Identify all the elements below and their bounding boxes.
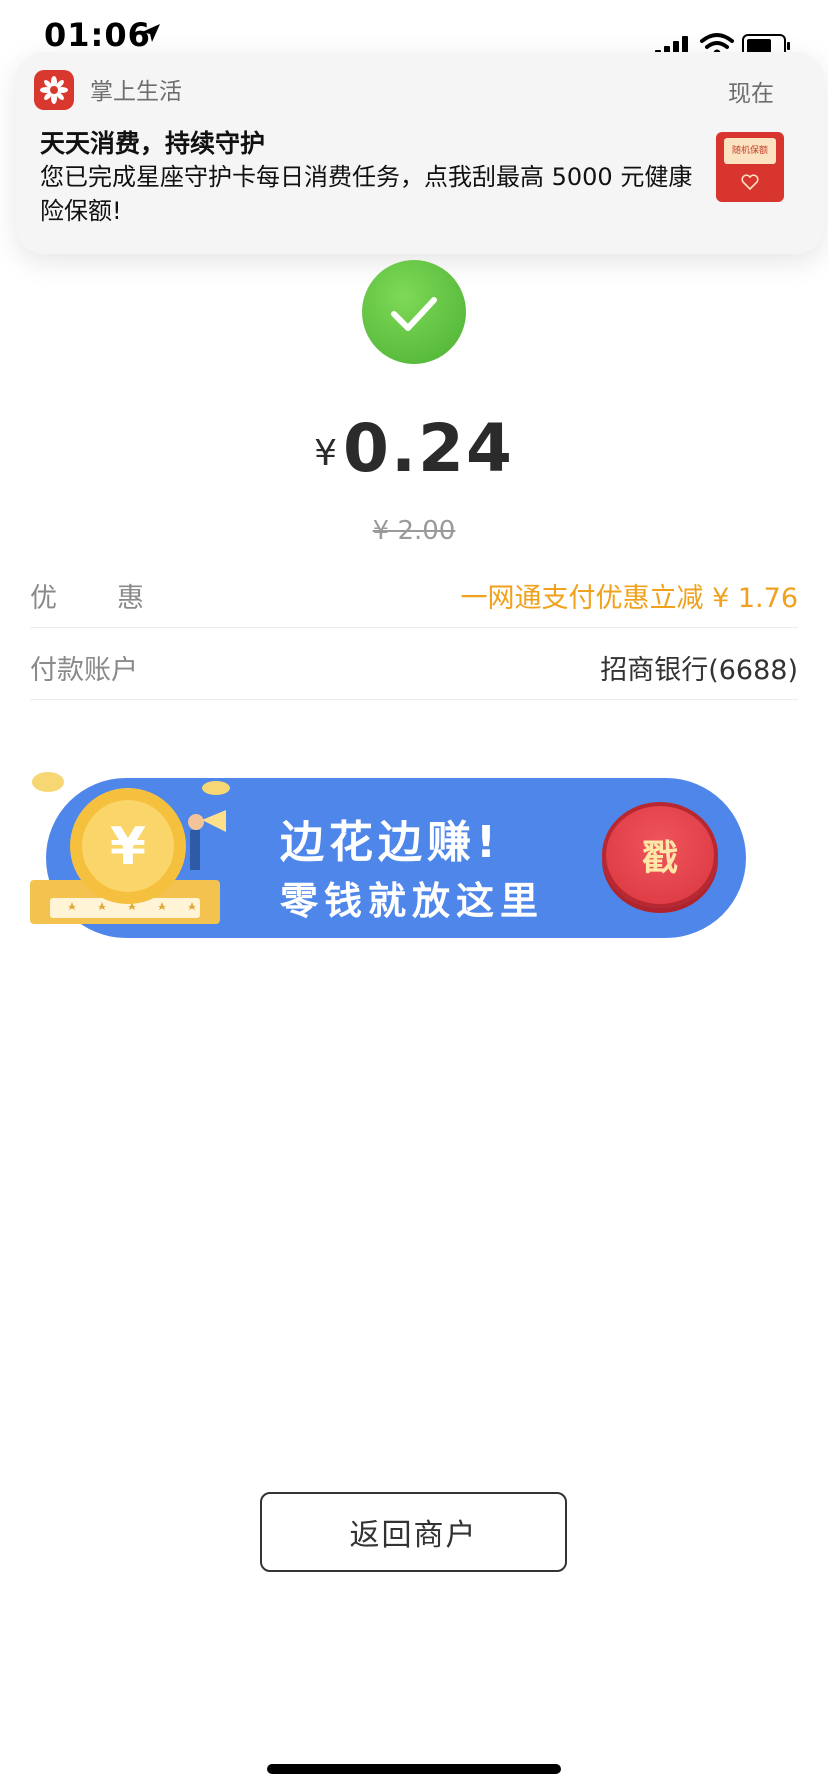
payment-amount: ¥0.24 <box>0 410 828 487</box>
notification-time: 现在 <box>728 81 774 107</box>
discount-value: 一网通支付优惠立减 ¥ 1.76 <box>460 583 798 614</box>
flower-logo-icon <box>40 76 68 104</box>
promo-action-button[interactable]: 戳 <box>602 802 718 908</box>
app-icon <box>34 70 74 110</box>
discount-label: 优惠 <box>30 583 204 614</box>
home-indicator[interactable] <box>267 1764 561 1774</box>
push-notification[interactable]: 掌上生活 现在 天天消费，持续守护 您已完成星座守护卡每日消费任务，点我刮最高 … <box>16 52 824 254</box>
svg-text:¥: ¥ <box>110 817 146 877</box>
check-icon <box>391 297 437 331</box>
promo-subline: 零钱就放这里 <box>280 879 545 923</box>
payment-account-label: 付款账户 <box>30 655 138 686</box>
thumbnail-card-label: 随机保额 <box>724 138 776 164</box>
currency-symbol: ¥ <box>314 433 338 474</box>
return-button-label: 返回商户 <box>349 1518 478 1553</box>
promo-banner[interactable]: ¥ 边花边赚! 零钱就放这里 戳 <box>30 760 750 940</box>
payment-account-value: 招商银行(6688) <box>600 655 798 686</box>
payment-account-row: 付款账户 招商银行(6688) <box>30 628 798 700</box>
promo-action-label: 戳 <box>641 838 678 879</box>
amount-value: 0.24 <box>343 410 514 487</box>
heart-icon <box>741 174 759 191</box>
success-check-icon <box>362 260 466 364</box>
location-arrow-icon <box>142 24 160 42</box>
return-to-merchant-button[interactable]: 返回商户 <box>260 1492 567 1572</box>
notification-app-name: 掌上生活 <box>90 79 182 105</box>
promo-headline: 边花边赚! <box>280 817 502 868</box>
coin-illustration-icon: ¥ <box>30 772 230 924</box>
notification-title: 天天消费，持续守护 <box>40 129 266 158</box>
status-time: 01:06 <box>44 16 151 54</box>
original-amount: ¥ 2.00 <box>372 516 456 546</box>
notification-body: 您已完成星座守护卡每日消费任务，点我刮最高 5000 元健康险保额! <box>40 163 693 225</box>
notification-thumbnail: 随机保额 <box>716 132 784 202</box>
status-bar: 01:06 <box>0 0 828 60</box>
discount-row: 优惠 一网通支付优惠立减 ¥ 1.76 <box>30 556 798 628</box>
